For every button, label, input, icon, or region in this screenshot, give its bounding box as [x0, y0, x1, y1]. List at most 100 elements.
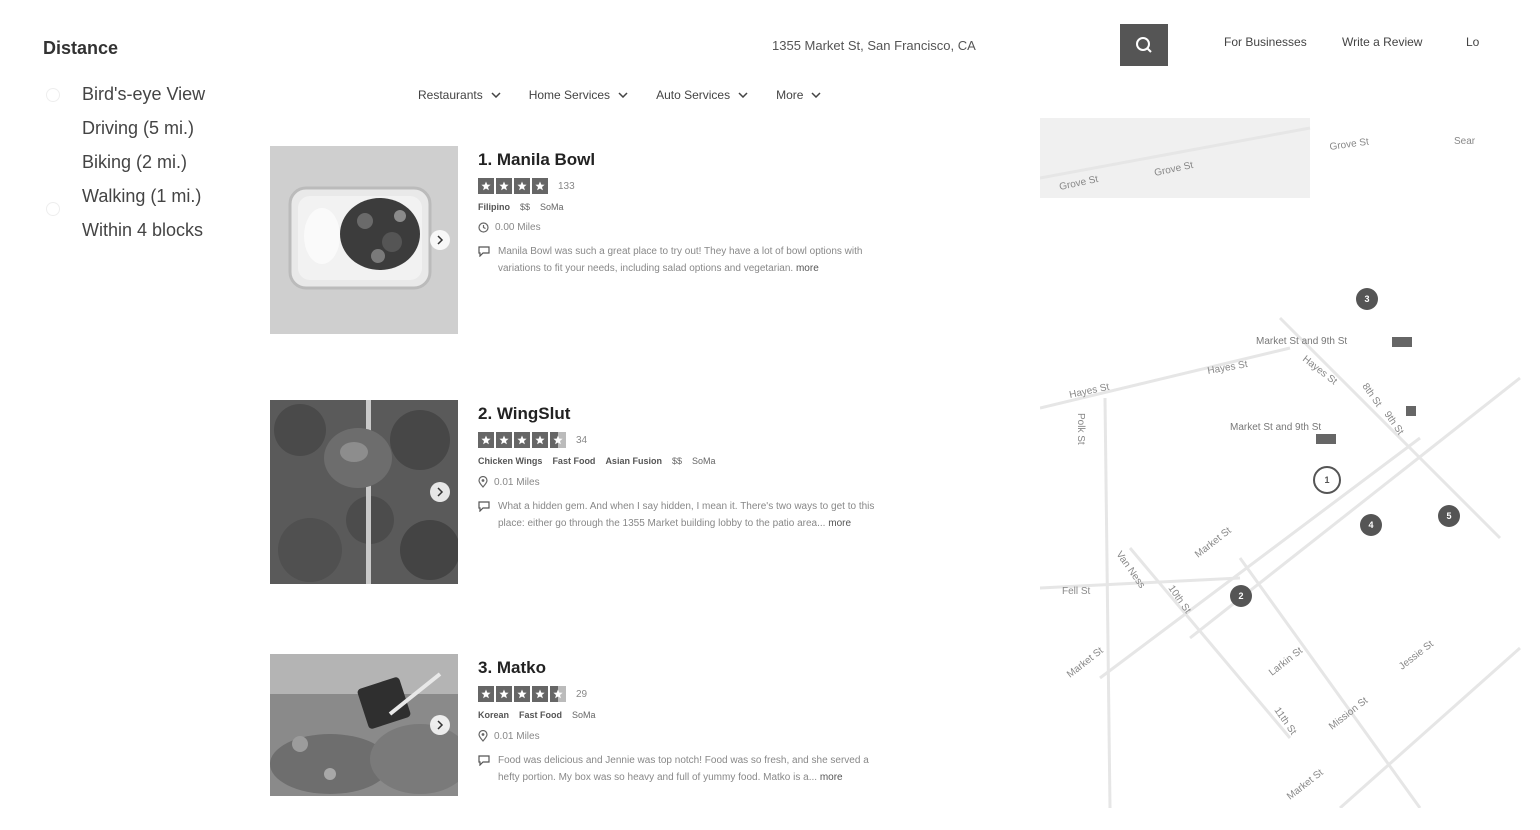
map-marker[interactable]: 4	[1360, 514, 1382, 536]
category-more[interactable]: More	[776, 88, 821, 102]
option-within-blocks[interactable]: Within 4 blocks	[82, 216, 205, 250]
search-button[interactable]	[1120, 24, 1168, 66]
option-walking[interactable]: Walking (1 mi.)	[82, 182, 205, 216]
result-info: 3. Matko 29 Korean Fast Food SoMa 0.01 M…	[478, 658, 978, 786]
transit-stop-label: Market St and 9th St	[1230, 422, 1321, 433]
distance-options: Bird's-eye View Driving (5 mi.) Biking (…	[82, 80, 205, 250]
chevron-right-icon	[437, 720, 444, 730]
speech-bubble-icon	[478, 755, 490, 766]
result-info: 1. Manila Bowl 133 Filipino $$ SoMa 0.00…	[478, 150, 978, 277]
star-icon	[496, 178, 512, 194]
category-label: More	[776, 88, 804, 102]
transit-stop-label: Market St and 9th St	[1256, 336, 1347, 347]
review-snippet: Manila Bowl was such a great place to tr…	[478, 243, 978, 277]
map-street-label: Polk St	[1075, 413, 1086, 445]
distance-row: 0.00 Miles	[478, 222, 978, 233]
snippet-line-1: Manila Bowl was such a great place to tr…	[498, 246, 863, 257]
option-birds-eye[interactable]: Bird's-eye View	[82, 80, 205, 114]
category-tag[interactable]: Fast Food	[552, 456, 595, 466]
speech-bubble-icon	[478, 246, 490, 257]
star-icon	[532, 432, 548, 448]
star-icon	[496, 686, 512, 702]
radio-birds-eye[interactable]	[46, 88, 60, 102]
review-snippet: What a hidden gem. And when I say hidden…	[478, 498, 978, 532]
option-driving[interactable]: Driving (5 mi.)	[82, 114, 205, 148]
map-marker[interactable]: 2	[1230, 585, 1252, 607]
photo-next-button[interactable]	[430, 482, 450, 502]
tags-row: Korean Fast Food SoMa	[478, 710, 978, 720]
distance-text: 0.00 Miles	[495, 222, 541, 233]
more-link[interactable]: more	[796, 263, 819, 274]
speech-bubble-icon	[478, 501, 490, 512]
category-label: Auto Services	[656, 88, 731, 102]
business-name[interactable]: 3. Matko	[478, 658, 978, 678]
map-street-label: Sear	[1454, 136, 1476, 147]
business-name[interactable]: 2. WingSlut	[478, 404, 978, 424]
review-count[interactable]: 133	[558, 181, 575, 192]
result-photo[interactable]	[270, 146, 458, 334]
result-photo[interactable]	[270, 654, 458, 796]
snippet-line-2: place: either go through the 1355 Market…	[498, 518, 826, 529]
search-icon	[1136, 37, 1152, 53]
star-icon	[514, 432, 530, 448]
category-tag[interactable]: Filipino	[478, 202, 510, 212]
result-item: 2. WingSlut 34 Chicken Wings Fast Food A…	[270, 400, 990, 586]
photo-next-button[interactable]	[430, 230, 450, 250]
option-biking[interactable]: Biking (2 mi.)	[82, 148, 205, 182]
distance-row: 0.01 Miles	[478, 730, 978, 742]
review-count[interactable]: 34	[576, 435, 587, 446]
star-rating	[478, 178, 548, 194]
snippet-line-1: What a hidden gem. And when I say hidden…	[498, 501, 875, 512]
review-snippet: Food was delicious and Jennie was top no…	[478, 752, 978, 786]
category-auto-services[interactable]: Auto Services	[656, 88, 748, 102]
category-home-services[interactable]: Home Services	[529, 88, 628, 102]
map-street-label: Fell St	[1062, 586, 1091, 597]
for-businesses-link[interactable]: For Businesses	[1224, 35, 1307, 49]
search-find-input[interactable]	[420, 34, 670, 64]
marker-number: 1	[1324, 475, 1329, 485]
marker-number: 5	[1446, 511, 1451, 521]
category-tag[interactable]: Korean	[478, 710, 509, 720]
more-link[interactable]: more	[828, 518, 851, 529]
results-map[interactable]: Grove St Grove St Grove St Hayes St Haye…	[1040, 118, 1540, 808]
marker-number: 4	[1368, 520, 1373, 530]
chevron-down-icon	[811, 92, 821, 98]
result-item: 3. Matko 29 Korean Fast Food SoMa 0.01 M…	[270, 654, 990, 798]
category-tag[interactable]: Asian Fusion	[605, 456, 662, 466]
star-half-icon	[550, 432, 566, 448]
login-link[interactable]: Lo	[1466, 35, 1479, 49]
location-pin-icon	[478, 476, 488, 488]
write-review-link[interactable]: Write a Review	[1342, 35, 1422, 49]
result-info: 2. WingSlut 34 Chicken Wings Fast Food A…	[478, 404, 978, 532]
map-marker[interactable]: 1	[1313, 466, 1341, 494]
map-marker[interactable]: 3	[1356, 288, 1378, 310]
star-icon	[478, 686, 494, 702]
snippet-line-2: hefty portion. My box was so heavy and f…	[498, 772, 818, 783]
search-near-input[interactable]: 1355 Market St, San Francisco, CA	[772, 38, 976, 53]
chevron-right-icon	[437, 235, 444, 245]
radio-walking[interactable]	[46, 202, 60, 216]
map-marker[interactable]: 5	[1438, 505, 1460, 527]
neighborhood: SoMa	[691, 456, 716, 466]
chevron-down-icon	[738, 92, 748, 98]
category-restaurants[interactable]: Restaurants	[418, 88, 501, 102]
category-tag[interactable]: Fast Food	[519, 710, 562, 720]
price-range: $$	[520, 202, 531, 212]
tags-row: Chicken Wings Fast Food Asian Fusion $$ …	[478, 456, 978, 466]
location-pin-icon	[478, 730, 488, 742]
distance-row: 0.01 Miles	[478, 476, 978, 488]
chevron-down-icon	[491, 92, 501, 98]
result-photo[interactable]	[270, 400, 458, 584]
business-name[interactable]: 1. Manila Bowl	[478, 150, 978, 170]
star-icon	[478, 432, 494, 448]
more-link[interactable]: more	[820, 772, 843, 783]
chevron-down-icon	[618, 92, 628, 98]
distance-text: 0.01 Miles	[494, 476, 540, 488]
star-icon	[532, 686, 548, 702]
category-label: Home Services	[528, 88, 611, 102]
category-tag[interactable]: Chicken Wings	[478, 456, 542, 466]
review-count[interactable]: 29	[576, 689, 587, 700]
photo-next-button[interactable]	[430, 715, 450, 735]
transit-icon	[1392, 337, 1412, 347]
star-half-icon	[550, 686, 566, 702]
